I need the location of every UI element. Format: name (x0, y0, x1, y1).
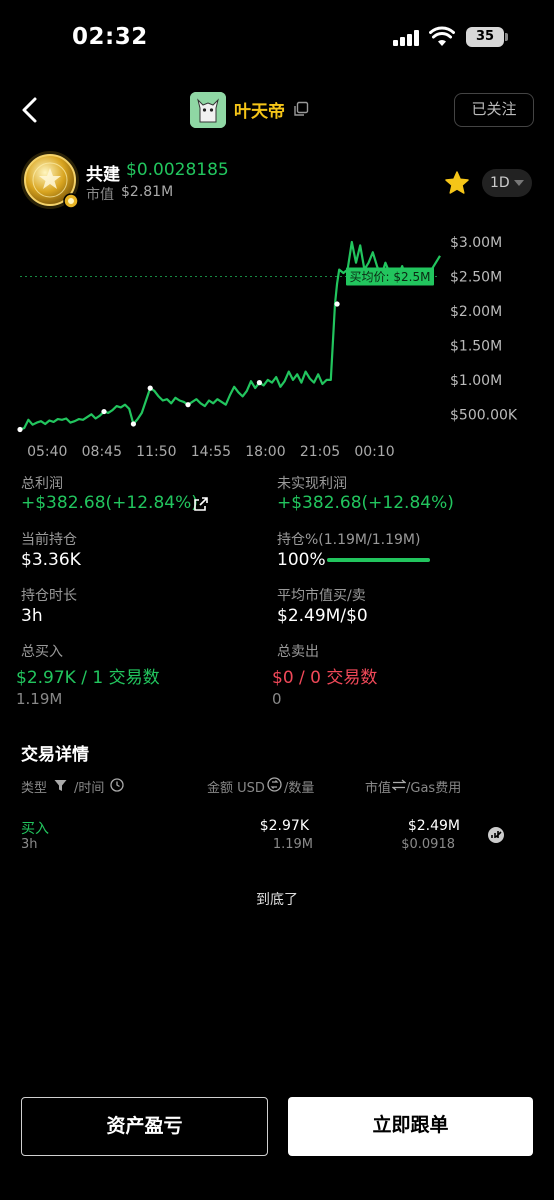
x-tick-label: 05:40 (27, 444, 67, 460)
unrealized-profit-label: 未实现利润 (277, 476, 347, 492)
holding-pct-value: 100% (277, 550, 326, 570)
x-tick-label: 00:10 (354, 444, 394, 460)
favorite-star-icon[interactable] (444, 170, 470, 196)
trade-marker (130, 421, 136, 427)
pnl-button[interactable]: 资产盈亏 (21, 1097, 268, 1156)
total-sell-value: $0 / 0 交易数 (272, 668, 378, 688)
total-buy-label: 总买入 (21, 644, 63, 660)
period-selector[interactable]: 1D (482, 169, 532, 197)
x-tick-label: 14:55 (191, 444, 231, 460)
mcap-value: $2.81M (121, 184, 174, 200)
total-sell-amount: 0 (272, 690, 282, 708)
holding-pct-label: 持仓%(1.19M/1.19M) (277, 532, 421, 548)
x-tick-label: 08:45 (82, 444, 122, 460)
token-logo-icon (21, 151, 79, 209)
price-chart[interactable]: $3.00M $2.50M $2.00M $1.50M $1.00M $500.00K 0… (0, 225, 554, 470)
total-buy-amount: 1.19M (16, 690, 63, 708)
trade-marker (147, 385, 153, 391)
trade-gas: $0.0918 (401, 837, 455, 852)
y-tick-label: $2.00M (450, 304, 502, 320)
y-tick-label: $1.50M (450, 338, 502, 354)
status-time: 02:32 (72, 24, 148, 50)
x-tick-label: 21:05 (300, 444, 340, 460)
avg-buy-line: 买均价: $2.5M (20, 267, 440, 286)
mcap-label: 市值 (86, 187, 114, 203)
token-name: 共建 (86, 165, 120, 185)
total-sell-label: 总卖出 (277, 644, 319, 660)
trade-marker (256, 380, 262, 386)
swap-icon[interactable] (392, 779, 406, 791)
copy-icon[interactable] (293, 101, 309, 117)
trader-name[interactable]: 叶天帝 (234, 97, 285, 122)
y-tick-label: $500.00K (450, 407, 518, 423)
wifi-icon (429, 26, 455, 46)
col-amount: 金额 USD (207, 781, 265, 796)
y-tick-label: $2.50M (450, 269, 502, 285)
avg-buy-label: 买均价: $2.5M (350, 270, 431, 284)
copy-trade-button[interactable]: 立即跟单 (288, 1097, 533, 1156)
battery-tip (505, 33, 508, 41)
back-arrow-icon[interactable] (18, 95, 42, 125)
x-tick-label: 18:00 (245, 444, 285, 460)
y-tick-label: $1.00M (450, 373, 502, 389)
period-value: 1D (490, 175, 510, 191)
tx-explorer-icon[interactable] (487, 826, 505, 844)
clock-icon[interactable] (110, 778, 124, 792)
avg-mcap-value: $2.49M/$0 (277, 606, 368, 626)
holding-progress-fill (327, 558, 430, 562)
chevron-down-icon (514, 180, 524, 186)
col-gas: /Gas费用 (406, 781, 462, 796)
duration-value: 3h (21, 606, 43, 626)
x-tick-label: 11:50 (136, 444, 176, 460)
trade-type: 买入 (21, 821, 49, 837)
col-qty: /数量 (284, 781, 315, 796)
col-type: 类型 (21, 781, 48, 796)
col-mcap: 市值 (365, 781, 392, 796)
chart-y-axis: $3.00M $2.50M $2.00M $1.50M $1.00M $500.00K (450, 235, 518, 423)
total-buy-value: $2.97K / 1 交易数 (16, 668, 160, 688)
chart-markers (17, 301, 340, 433)
avatar[interactable] (190, 92, 226, 128)
filter-icon[interactable] (54, 779, 67, 792)
currency-switch-icon[interactable] (267, 777, 282, 792)
trade-qty: 1.19M (272, 837, 313, 852)
trade-mcap: $2.49M (407, 818, 460, 834)
avg-mcap-label: 平均市值买/卖 (277, 588, 366, 604)
signal-icon (393, 30, 421, 46)
end-of-list-text: 到底了 (256, 892, 298, 908)
holding-value: $3.36K (21, 550, 81, 570)
holding-progress-bar (327, 558, 430, 562)
trade-time: 3h (21, 837, 38, 852)
chart-x-axis: 05:40 08:45 11:50 14:55 18:00 21:05 00:10 (27, 444, 395, 460)
total-profit-value: +$382.68(+12.84%) (21, 493, 198, 513)
trade-amount: $2.97K (259, 818, 309, 834)
holding-label: 当前持仓 (21, 532, 77, 548)
total-profit-label: 总利润 (21, 476, 63, 492)
trade-marker (17, 426, 23, 433)
trade-details-title: 交易详情 (21, 745, 89, 765)
col-time: /时间 (74, 781, 105, 796)
y-tick-label: $3.00M (450, 235, 502, 251)
trade-marker (334, 301, 340, 307)
trade-marker (101, 408, 107, 415)
trade-marker (185, 402, 191, 408)
share-icon[interactable] (193, 496, 209, 512)
battery-indicator: 35 (466, 27, 504, 47)
unrealized-profit-value: +$382.68(+12.84%) (277, 493, 454, 513)
follow-button[interactable]: 已关注 (454, 93, 534, 127)
token-price: $0.0028185 (126, 160, 229, 180)
duration-label: 持仓时长 (21, 588, 77, 604)
